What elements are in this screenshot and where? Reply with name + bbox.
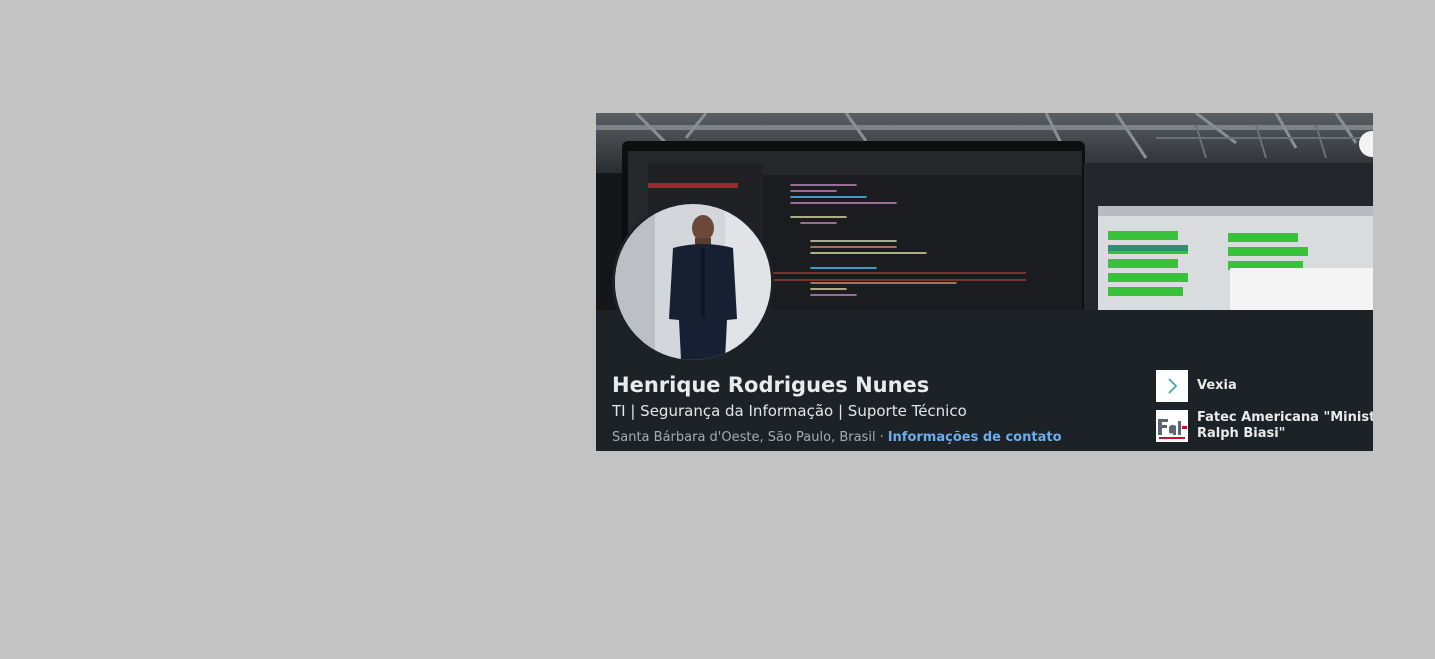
fatec-logo (1156, 410, 1188, 442)
profile-location-line: Santa Bárbara d'Oeste, São Paulo, Brasil… (612, 430, 1062, 445)
avatar-photo (615, 204, 771, 360)
org-item-vexia[interactable]: Vexia (1156, 370, 1237, 402)
org-name-vexia: Vexia (1197, 378, 1237, 393)
profile-headline: TI | Segurança da Informação | Suporte T… (612, 402, 967, 420)
profile-name: Henrique Rodrigues Nunes (612, 373, 930, 397)
profile-card: Henrique Rodrigues Nunes TI | Segurança … (596, 113, 1373, 451)
fatec-logo-icon (1156, 410, 1188, 442)
separator: · (879, 430, 884, 445)
org-item-fatec[interactable]: Fatec Americana "Ministro Ralph Biasi" (1156, 410, 1373, 442)
org-name-fatec-line2: Ralph Biasi" (1197, 426, 1286, 441)
chevron-right-icon (1168, 378, 1178, 394)
vexia-logo (1156, 370, 1188, 402)
profile-location: Santa Bárbara d'Oeste, São Paulo, Brasil (612, 430, 876, 445)
contact-info-link[interactable]: Informações de contato (888, 430, 1062, 445)
org-name-fatec: Fatec Americana "Ministro Ralph Biasi" (1197, 410, 1373, 442)
org-name-fatec-line1: Fatec Americana "Ministro (1197, 410, 1373, 425)
profile-avatar[interactable] (612, 201, 774, 363)
